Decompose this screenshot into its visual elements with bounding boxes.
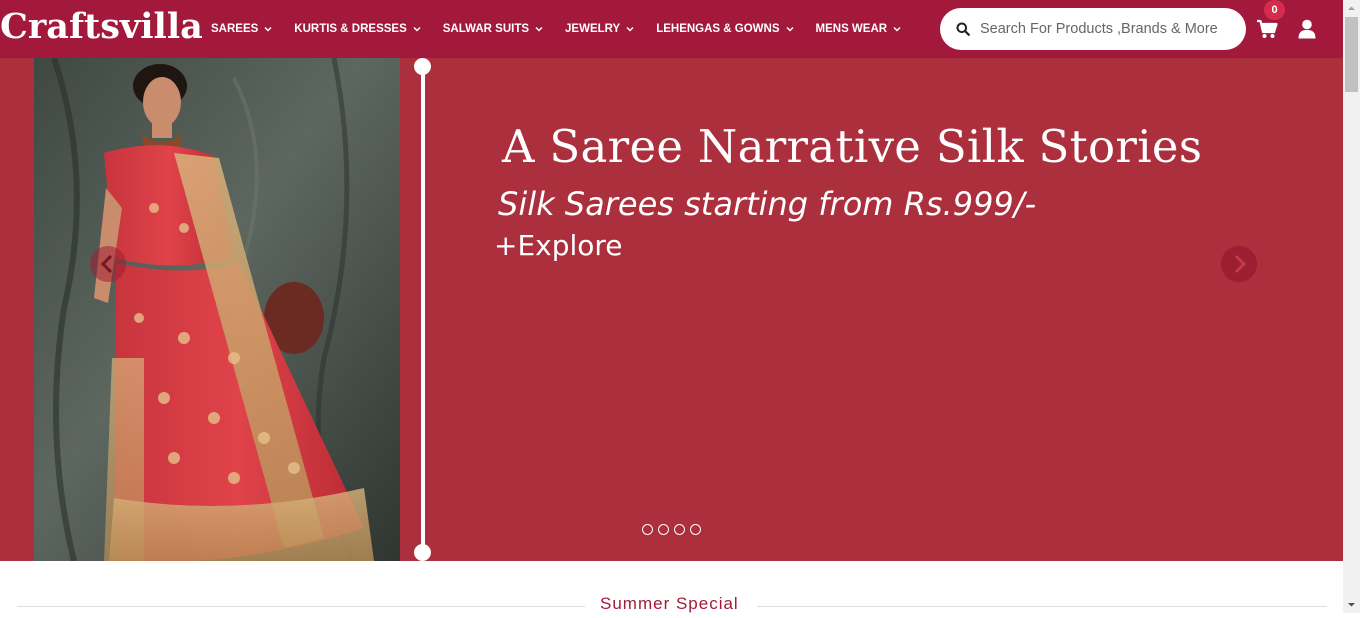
carousel-indicators xyxy=(642,524,706,535)
chevron-down-icon xyxy=(893,25,901,33)
chevron-right-icon xyxy=(1234,254,1247,274)
nav-item-label: JEWELRY xyxy=(565,23,621,35)
craftsvilla-logo[interactable]: Craftsvilla xyxy=(0,5,203,49)
carousel-next-button[interactable] xyxy=(1221,246,1257,282)
nav-item-kurtis-dresses[interactable]: KURTIS & DRESSES xyxy=(294,23,421,35)
explore-link[interactable]: +Explore xyxy=(494,226,623,266)
nav-item-label: SALWAR SUITS xyxy=(442,23,530,35)
nav-item-label: LEHENGAS & GOWNS xyxy=(656,23,780,35)
nav-item-label: KURTIS & DRESSES xyxy=(294,23,407,35)
timeline-dot-bottom xyxy=(414,544,431,561)
nav-item-label: MENS WEAR xyxy=(815,23,888,35)
section-divider-right xyxy=(757,606,1327,607)
scroll-down-arrow[interactable] xyxy=(1343,596,1360,613)
nav-item-label: SAREES xyxy=(211,23,259,35)
scrollbar-thumb[interactable] xyxy=(1345,17,1358,92)
scroll-up-arrow[interactable] xyxy=(1343,0,1360,17)
cart-count-badge: 0 xyxy=(1264,0,1285,20)
chevron-down-icon xyxy=(264,25,272,33)
carousel-dot-2[interactable] xyxy=(658,524,669,535)
hero-title: A Saree Narrative Silk Stories xyxy=(502,120,1203,173)
nav-item-sarees[interactable]: SAREES xyxy=(211,23,272,35)
timeline-dot-top xyxy=(414,58,431,75)
carousel-dot-4[interactable] xyxy=(690,524,701,535)
main-nav: SAREES KURTIS & DRESSES SALWAR SUITS JEW… xyxy=(211,0,923,58)
shopping-cart-icon[interactable] xyxy=(1256,18,1278,40)
carousel-dot-3[interactable] xyxy=(674,524,685,535)
nav-item-lehengas-gowns[interactable]: LEHENGAS & GOWNS xyxy=(656,23,794,35)
carousel-dot-1[interactable] xyxy=(642,524,653,535)
user-icon[interactable] xyxy=(1298,19,1316,39)
nav-item-mens-wear[interactable]: MENS WEAR xyxy=(816,23,902,35)
section-divider-left xyxy=(17,606,585,607)
carousel-prev-button[interactable] xyxy=(90,246,126,282)
chevron-down-icon xyxy=(626,25,634,33)
nav-item-jewelry[interactable]: JEWELRY xyxy=(565,23,634,35)
chevron-down-icon xyxy=(785,25,794,33)
site-header: Craftsvilla SAREES KURTIS & DRESSES SALW… xyxy=(0,0,1343,58)
search-bar xyxy=(940,8,1246,50)
chevron-down-icon xyxy=(413,25,421,33)
chevron-down-icon xyxy=(535,25,543,33)
section-header: Summer Special xyxy=(0,592,1343,613)
nav-item-salwar-suits[interactable]: SALWAR SUITS xyxy=(443,23,543,35)
search-input[interactable] xyxy=(980,21,1230,37)
saree-model-photo xyxy=(34,58,400,561)
hero-subtitle: Silk Sarees starting from Rs.999/- xyxy=(498,185,1037,223)
timeline-divider xyxy=(421,66,425,553)
section-title: Summer Special xyxy=(600,594,739,613)
chevron-left-icon xyxy=(100,254,113,274)
search-icon[interactable] xyxy=(956,22,970,36)
hero-banner[interactable]: A Saree Narrative Silk Stories Silk Sare… xyxy=(0,58,1343,561)
